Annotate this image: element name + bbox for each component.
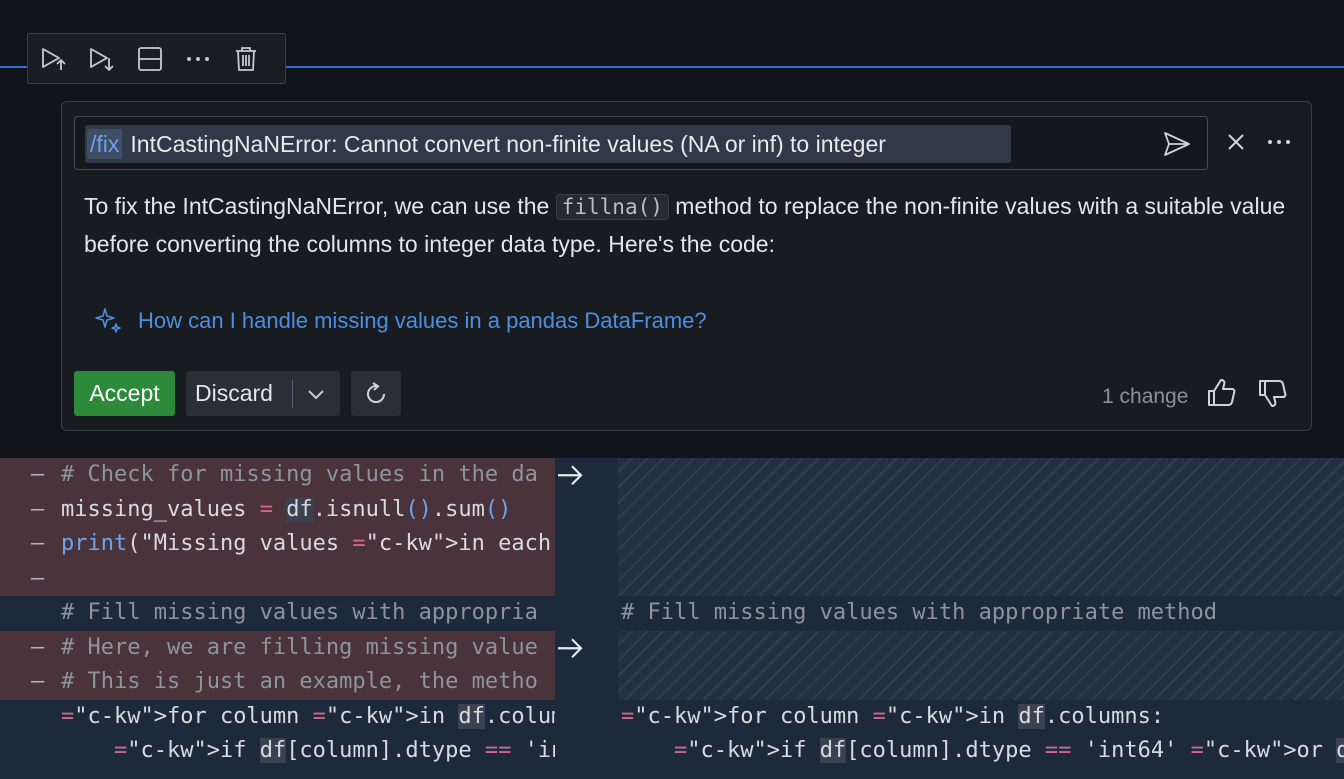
more-options-icon[interactable] — [1264, 128, 1294, 156]
execute-cell-and-below-icon[interactable] — [86, 43, 118, 75]
regenerate-button[interactable] — [351, 371, 401, 416]
chat-answer: To fix the IntCastingNaNError, we can us… — [84, 188, 1294, 263]
close-icon[interactable] — [1222, 128, 1250, 156]
delete-cell-icon[interactable] — [230, 43, 262, 75]
sparkle-icon — [95, 308, 121, 333]
split-cell-icon[interactable] — [134, 43, 166, 75]
revert-arrow-icon[interactable] — [555, 631, 585, 666]
inline-chat-panel: /fix IntCastingNaNError: Cannot convert n… — [61, 101, 1312, 431]
discard-button[interactable]: Discard — [186, 371, 340, 416]
diff-line: ="c-kw">if df[column].dtype == 'int64' =… — [618, 734, 1344, 769]
diff-line: print("Missing values ="c-kw">in each co… — [0, 527, 555, 562]
removed-line-marker: — — [31, 669, 45, 694]
inline-code: fillna() — [555, 194, 669, 220]
prompt-message: IntCastingNaNError: Cannot convert non-f… — [130, 131, 886, 157]
execute-above-cells-icon[interactable] — [38, 43, 70, 75]
prompt-text[interactable]: /fix IntCastingNaNError: Cannot convert n… — [87, 129, 886, 159]
diff-modified-pane: # Fill missing values with appropriate m… — [618, 458, 1344, 779]
send-icon[interactable] — [1161, 128, 1193, 160]
cell-toolbar — [27, 33, 286, 84]
revert-arrow-icon[interactable] — [555, 458, 585, 493]
diff-line: ="c-kw">if df[column].dtype == 'int64' c — [113, 738, 555, 763]
discard-label: Discard — [195, 380, 273, 406]
removed-line-marker: — — [31, 531, 45, 556]
thumbs-up-icon[interactable] — [1205, 376, 1239, 410]
removed-line-marker: — — [31, 496, 45, 522]
thumbs-down-icon[interactable] — [1256, 376, 1290, 410]
diff-line — [0, 561, 555, 596]
diff-line: ="c-kw">for column ="c-kw">in df.columns… — [61, 703, 555, 729]
refresh-icon — [367, 381, 386, 403]
cell-focus-line — [286, 66, 1344, 68]
more-actions-icon[interactable] — [182, 43, 214, 75]
diff-line: # This is just an example, the metho — [0, 665, 555, 700]
prompt-input[interactable]: /fix IntCastingNaNError: Cannot convert n… — [74, 116, 1208, 170]
answer-text: To fix the IntCastingNaNError, we can us… — [84, 193, 556, 219]
diff-line: missing_values = df.isnull().sum() — [0, 492, 555, 527]
diff-line: # Check for missing values in the da — [0, 458, 555, 493]
followup-label: How can I handle missing values in a pan… — [138, 308, 707, 333]
diff-line: # Fill missing values with appropriate m… — [621, 600, 1218, 625]
removed-line-marker: — — [31, 462, 45, 487]
diff-line: # Here, we are filling missing value — [0, 630, 555, 665]
change-count: 1 change — [1102, 385, 1189, 408]
removed-line-marker: — — [31, 565, 45, 591]
cell-focus-line — [0, 66, 27, 68]
chevron-down-icon[interactable] — [293, 383, 339, 405]
accept-button[interactable]: Accept — [74, 371, 175, 416]
slash-command: /fix — [87, 129, 123, 159]
diff-line: # Fill missing values with appropria — [61, 600, 538, 625]
diff-original-pane: # Check for missing values in the da — mis… — [0, 458, 555, 779]
diff-editor: # Check for missing values in the da — mis… — [0, 458, 1344, 779]
followup-suggestion[interactable]: How can I handle missing values in a pan… — [94, 306, 707, 336]
removed-line-marker: — — [31, 634, 45, 660]
diff-line: ="c-kw">for column ="c-kw">in df.columns… — [621, 703, 1165, 729]
